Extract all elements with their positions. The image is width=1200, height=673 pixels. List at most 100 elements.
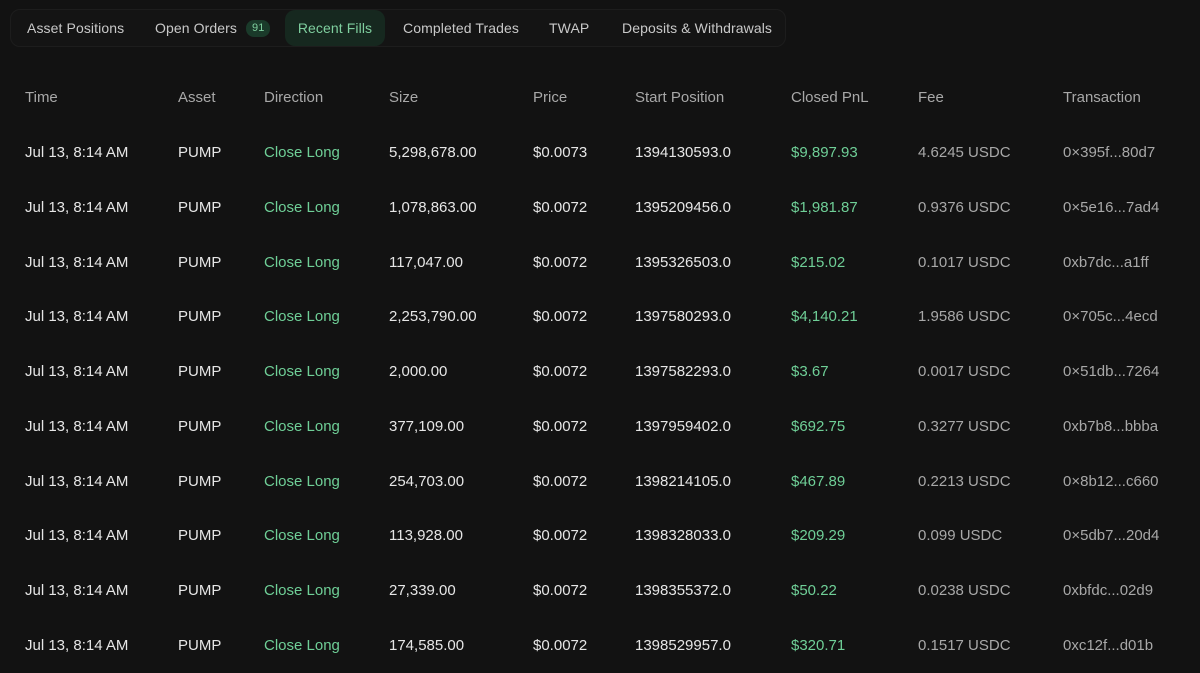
cell-transaction[interactable]: 0×8b12...c660 xyxy=(1063,473,1159,490)
open-orders-count-badge: 91 xyxy=(246,19,271,37)
cell-size: 174,585.00 xyxy=(389,637,465,654)
cell-closed-pnl: $209.29 xyxy=(791,527,846,544)
tab-recent-fills-label: Recent Fills xyxy=(297,20,373,36)
cell-fee: 0.099 USDC xyxy=(918,527,1003,544)
header-start-position[interactable]: Start Position xyxy=(635,89,724,106)
header-price[interactable]: Price xyxy=(533,89,567,106)
cell-closed-pnl: $692.75 xyxy=(791,418,846,435)
cell-transaction[interactable]: 0×395f...80d7 xyxy=(1063,144,1155,161)
cell-closed-pnl: $1,981.87 xyxy=(791,199,858,216)
cell-fee: 0.2213 USDC xyxy=(918,473,1011,490)
cell-direction: Close Long xyxy=(264,637,340,654)
cell-size: 5,298,678.00 xyxy=(389,144,477,161)
cell-transaction[interactable]: 0×5e16...7ad4 xyxy=(1063,199,1159,216)
cell-closed-pnl: $9,897.93 xyxy=(791,144,858,161)
cell-size: 113,928.00 xyxy=(389,527,463,544)
cell-direction: Close Long xyxy=(264,308,340,325)
cell-time: Jul 13, 8:14 AM xyxy=(25,473,129,490)
cell-asset: PUMP xyxy=(178,363,222,380)
tab-open-orders[interactable]: Open Orders 91 xyxy=(155,10,271,46)
cell-start-position: 1394130593.0 xyxy=(635,144,731,161)
tab-asset-positions[interactable]: Asset Positions xyxy=(27,10,124,46)
tab-twap[interactable]: TWAP xyxy=(549,10,589,46)
cell-fee: 0.1017 USDC xyxy=(918,254,1011,271)
cell-start-position: 1398529957.0 xyxy=(635,637,731,654)
recent-fills-page: Asset Positions Open Orders 91 Recent Fi… xyxy=(0,0,1200,673)
cell-direction: Close Long xyxy=(264,363,340,380)
cell-start-position: 1395209456.0 xyxy=(635,199,731,216)
cell-closed-pnl: $4,140.21 xyxy=(791,308,858,325)
cell-price: $0.0072 xyxy=(533,418,588,435)
tab-twap-label: TWAP xyxy=(549,20,590,36)
cell-start-position: 1398328033.0 xyxy=(635,527,731,544)
cell-asset: PUMP xyxy=(178,254,222,271)
cell-time: Jul 13, 8:14 AM xyxy=(25,418,129,435)
cell-price: $0.0072 xyxy=(533,527,588,544)
cell-transaction[interactable]: 0×705c...4ecd xyxy=(1063,308,1158,325)
cell-closed-pnl: $215.02 xyxy=(791,254,846,271)
header-time[interactable]: Time xyxy=(25,89,58,106)
header-transaction[interactable]: Transaction xyxy=(1063,89,1141,106)
cell-closed-pnl: $320.71 xyxy=(791,637,846,654)
cell-closed-pnl: $3.67 xyxy=(791,363,829,380)
tab-recent-fills[interactable]: Recent Fills xyxy=(285,10,385,46)
tab-completed-trades[interactable]: Completed Trades xyxy=(403,10,519,46)
cell-asset: PUMP xyxy=(178,418,222,435)
cell-fee: 4.6245 USDC xyxy=(918,144,1011,161)
cell-size: 254,703.00 xyxy=(389,473,465,490)
tab-deposits-withdrawals[interactable]: Deposits & Withdrawals xyxy=(622,10,772,46)
cell-transaction[interactable]: 0×51db...7264 xyxy=(1063,363,1159,380)
tab-bar: Asset Positions Open Orders 91 Recent Fi… xyxy=(10,9,786,47)
cell-direction: Close Long xyxy=(264,199,340,216)
cell-price: $0.0072 xyxy=(533,637,588,654)
cell-direction: Close Long xyxy=(264,582,340,599)
cell-time: Jul 13, 8:14 AM xyxy=(25,527,129,544)
cell-fee: 0.3277 USDC xyxy=(918,418,1011,435)
cell-fee: 1.9586 USDC xyxy=(918,308,1011,325)
cell-transaction[interactable]: 0×5db7...20d4 xyxy=(1063,527,1159,544)
cell-asset: PUMP xyxy=(178,582,222,599)
cell-asset: PUMP xyxy=(178,527,222,544)
cell-asset: PUMP xyxy=(178,308,222,325)
cell-transaction[interactable]: 0xbfdc...02d9 xyxy=(1063,582,1153,599)
header-asset[interactable]: Asset xyxy=(178,89,216,106)
cell-time: Jul 13, 8:14 AM xyxy=(25,254,129,271)
cell-start-position: 1398355372.0 xyxy=(635,582,731,599)
cell-start-position: 1395326503.0 xyxy=(635,254,731,271)
cell-price: $0.0072 xyxy=(533,473,588,490)
cell-fee: 0.0238 USDC xyxy=(918,582,1011,599)
cell-fee: 0.9376 USDC xyxy=(918,199,1011,216)
cell-price: $0.0073 xyxy=(533,144,588,161)
header-direction[interactable]: Direction xyxy=(264,89,323,106)
cell-closed-pnl: $50.22 xyxy=(791,582,837,599)
tab-open-orders-label: Open Orders xyxy=(155,20,238,36)
cell-asset: PUMP xyxy=(178,637,222,654)
header-size[interactable]: Size xyxy=(389,89,418,106)
cell-transaction[interactable]: 0xb7b8...bbba xyxy=(1063,418,1158,435)
cell-start-position: 1398214105.0 xyxy=(635,473,731,490)
cell-size: 1,078,863.00 xyxy=(389,199,477,216)
cell-fee: 0.1517 USDC xyxy=(918,637,1011,654)
cell-time: Jul 13, 8:14 AM xyxy=(25,308,129,325)
cell-start-position: 1397959402.0 xyxy=(635,418,731,435)
cell-size: 377,109.00 xyxy=(389,418,465,435)
cell-size: 117,047.00 xyxy=(389,254,463,271)
cell-closed-pnl: $467.89 xyxy=(791,473,846,490)
cell-price: $0.0072 xyxy=(533,254,588,271)
cell-transaction[interactable]: 0xc12f...d01b xyxy=(1063,637,1153,654)
cell-time: Jul 13, 8:14 AM xyxy=(25,363,129,380)
cell-size: 2,000.00 xyxy=(389,363,448,380)
cell-direction: Close Long xyxy=(264,254,340,271)
cell-time: Jul 13, 8:14 AM xyxy=(25,637,129,654)
cell-time: Jul 13, 8:14 AM xyxy=(25,582,129,599)
header-fee[interactable]: Fee xyxy=(918,89,944,106)
cell-price: $0.0072 xyxy=(533,582,588,599)
cell-asset: PUMP xyxy=(178,144,222,161)
cell-transaction[interactable]: 0xb7dc...a1ff xyxy=(1063,254,1149,271)
cell-asset: PUMP xyxy=(178,199,222,216)
cell-size: 27,339.00 xyxy=(389,582,456,599)
tab-deposits-withdrawals-label: Deposits & Withdrawals xyxy=(622,20,773,36)
cell-asset: PUMP xyxy=(178,473,222,490)
header-closed-pnl[interactable]: Closed PnL xyxy=(791,89,869,106)
cell-time: Jul 13, 8:14 AM xyxy=(25,144,129,161)
